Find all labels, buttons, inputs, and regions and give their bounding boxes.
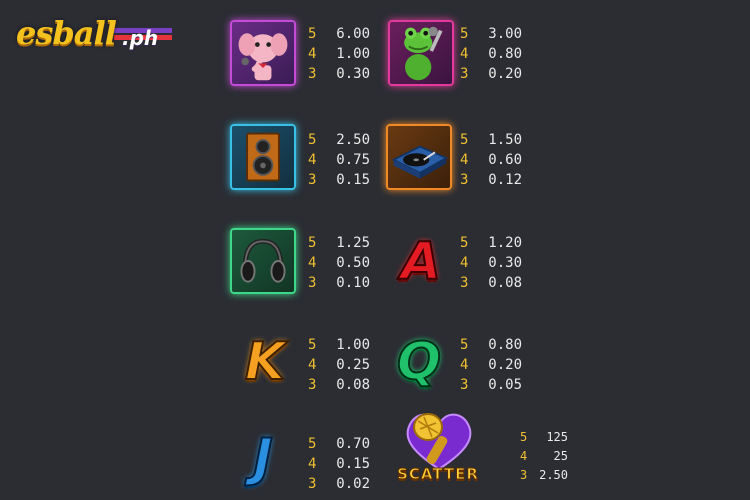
pay-count: 4: [308, 255, 317, 271]
speaker-icon: [230, 124, 296, 190]
pay-count: 3: [308, 377, 317, 393]
pay-count: 5: [460, 337, 469, 353]
pay-count: 4: [460, 255, 469, 271]
pay-value: 6.00: [336, 26, 370, 42]
pay-value: 0.10: [336, 275, 370, 291]
pay-count: 3: [308, 172, 317, 188]
headphones-paytable: 5 1.25 4 0.50 3 0.10: [308, 233, 370, 293]
pay-value: 0.80: [488, 337, 522, 353]
pay-count: 3: [520, 468, 528, 482]
pay-value: 0.20: [488, 357, 522, 373]
pay-value: 1.00: [336, 46, 370, 62]
pay-count: 4: [520, 449, 528, 463]
pay-count: 5: [308, 26, 317, 42]
logo-text: esball: [16, 14, 117, 52]
pay-value: 1.50: [488, 132, 522, 148]
pay-value: 0.08: [336, 377, 370, 393]
pay-value: 0.15: [336, 456, 370, 472]
pay-count: 3: [308, 275, 317, 291]
turntable-icon: [386, 124, 452, 190]
pay-count: 5: [520, 430, 528, 444]
pay-count: 3: [460, 275, 469, 291]
speaker-paytable: 5 2.50 4 0.75 3 0.15: [308, 130, 370, 190]
pay-value: 0.75: [336, 152, 370, 168]
pay-value: 0.60: [488, 152, 522, 168]
pay-count: 4: [308, 46, 317, 62]
pay-value: 0.08: [488, 275, 522, 291]
esball-logo: esball .ph: [14, 10, 174, 60]
pay-count: 5: [460, 132, 469, 148]
pay-count: 4: [308, 357, 317, 373]
pay-value: 0.05: [488, 377, 522, 393]
pay-count: 3: [460, 172, 469, 188]
pay-value: 2.50: [336, 132, 370, 148]
pay-count: 5: [308, 436, 317, 452]
pay-count: 4: [460, 357, 469, 373]
pay-count: 4: [308, 456, 317, 472]
pay-value: 1.00: [336, 337, 370, 353]
scatter-label: SCATTER: [397, 465, 479, 484]
pay-value: 1.25: [336, 235, 370, 251]
pay-value: 0.30: [488, 255, 522, 271]
letter-q-icon: Q: [396, 332, 442, 392]
pay-value: 125: [546, 430, 568, 444]
pay-count: 5: [308, 337, 317, 353]
pay-count: 4: [308, 152, 317, 168]
pay-count: 3: [460, 377, 469, 393]
pay-value: 3.00: [488, 26, 522, 42]
letter-a-icon: A: [400, 232, 442, 292]
letter-j-icon: J: [252, 428, 273, 488]
letter-j-paytable: 5 0.70 4 0.15 3 0.02: [308, 434, 370, 494]
frog-paytable: 5 3.00 4 0.80 3 0.20: [460, 24, 522, 84]
logo-suffix: .ph: [122, 26, 159, 50]
pay-value: 0.30: [336, 66, 370, 82]
pay-count: 4: [460, 46, 469, 62]
turntable-paytable: 5 1.50 4 0.60 3 0.12: [460, 130, 522, 190]
pay-count: 3: [308, 476, 317, 492]
letter-q-paytable: 5 0.80 4 0.20 3 0.05: [460, 335, 522, 395]
letter-a-paytable: 5 1.20 4 0.30 3 0.08: [460, 233, 522, 293]
pay-value: 2.50: [539, 468, 568, 482]
pay-value: 0.12: [488, 172, 522, 188]
elephant-paytable: 5 6.00 4 1.00 3 0.30: [308, 24, 370, 84]
pay-value: 0.02: [336, 476, 370, 492]
pay-count: 3: [460, 66, 469, 82]
headphones-icon: [230, 228, 296, 294]
pay-value: 0.50: [336, 255, 370, 271]
letter-k-icon: K: [244, 332, 286, 392]
pay-count: 3: [308, 66, 317, 82]
pay-count: 5: [460, 235, 469, 251]
pay-value: 0.80: [488, 46, 522, 62]
pay-count: 5: [460, 26, 469, 42]
pay-count: 5: [308, 132, 317, 148]
frog-icon: [388, 20, 454, 86]
scatter-paytable: 5 125 4 25 3 2.50: [520, 428, 568, 485]
pay-value: 0.25: [336, 357, 370, 373]
pay-count: 4: [460, 152, 469, 168]
pay-value: 25: [553, 449, 568, 463]
pay-count: 5: [308, 235, 317, 251]
pay-value: 0.20: [488, 66, 522, 82]
elephant-icon: [230, 20, 296, 86]
pay-value: 0.15: [336, 172, 370, 188]
pay-value: 0.70: [336, 436, 370, 452]
pay-value: 1.20: [488, 235, 522, 251]
letter-k-paytable: 5 1.00 4 0.25 3 0.08: [308, 335, 370, 395]
